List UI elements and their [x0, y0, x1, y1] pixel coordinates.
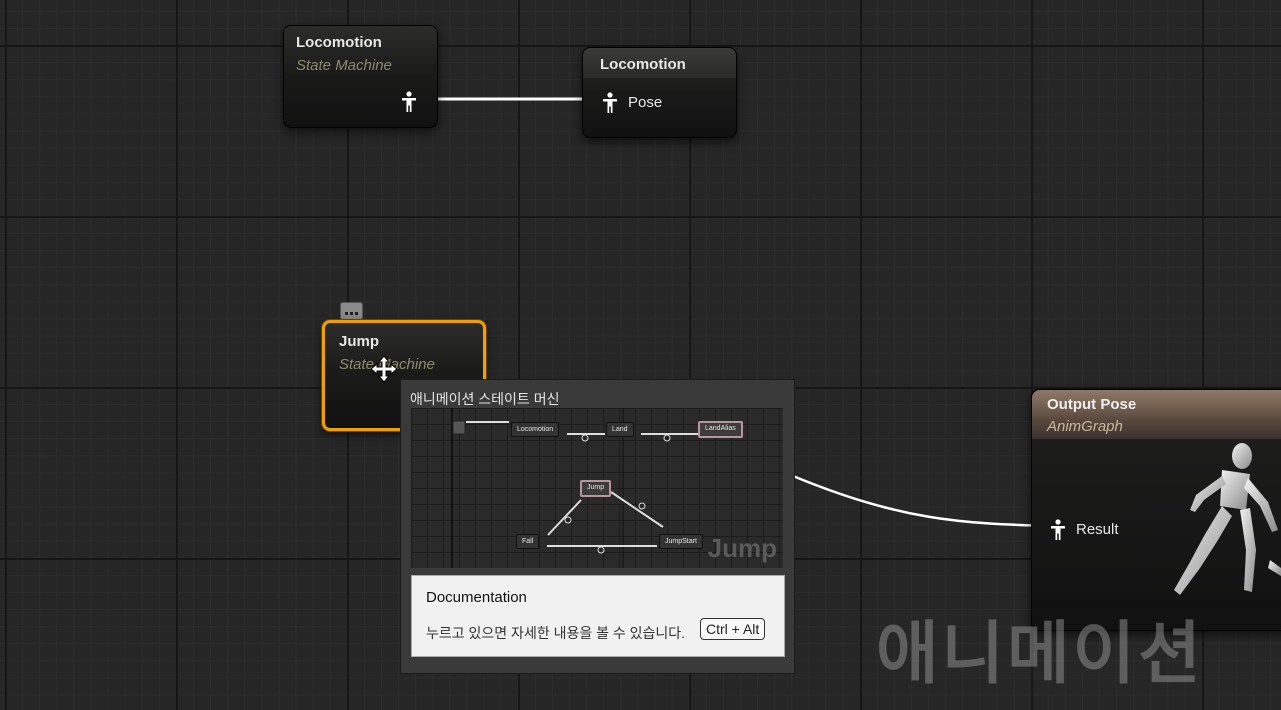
documentation-panel: Documentation 누르고 있으면 자세한 내용을 볼 수 있습니다. … — [411, 575, 785, 657]
pose-pin-label: Pose — [628, 94, 663, 111]
locomotion-state-machine-node[interactable]: Locomotion State Machine — [283, 25, 438, 128]
documentation-hint: 누르고 있으면 자세한 내용을 볼 수 있습니다. — [426, 625, 686, 641]
person-pose-icon[interactable] — [401, 91, 417, 113]
node-tooltip: 애니메이션 스테이트 머신 Locomotion Land LandAlias … — [400, 379, 795, 674]
tooltip-title: 애니메이션 스테이트 머신 — [410, 391, 560, 407]
preview-node-landalias: LandAlias — [698, 421, 743, 438]
preview-node-locomotion: Locomotion — [511, 422, 560, 437]
node-subtitle: AnimGraph — [1047, 418, 1123, 435]
shortcut-key-badge: Ctrl + Alt — [700, 618, 766, 640]
preview-node-jumpstart: JumpStart — [659, 534, 703, 549]
mannequin-figure — [1174, 443, 1281, 595]
watermark-text: 애니메이션 — [876, 616, 1204, 692]
preview-node-fall: Fall — [516, 534, 540, 549]
move-cursor-icon — [370, 355, 398, 383]
person-pose-icon[interactable] — [1050, 519, 1066, 541]
documentation-title: Documentation — [426, 589, 527, 606]
node-title: Output Pose — [1047, 396, 1137, 413]
node-title: Locomotion — [600, 56, 686, 73]
node-title: Locomotion — [296, 34, 382, 51]
node-subtitle: State Machine — [296, 57, 392, 74]
result-pin-label: Result — [1076, 521, 1119, 538]
preview-watermark: Jump — [707, 533, 777, 563]
node-title: Jump — [339, 333, 380, 350]
preview-node-jump: Jump — [580, 480, 612, 497]
wire-jump-to-output[interactable] — [792, 474, 1057, 528]
person-pose-icon[interactable] — [602, 92, 618, 114]
preview-node-land: Land — [606, 422, 634, 437]
state-machine-preview: Locomotion Land LandAlias Jump Fall Jump… — [411, 408, 783, 568]
ellipsis-icon[interactable] — [340, 302, 363, 320]
locomotion-pose-node[interactable]: Locomotion Pose — [582, 47, 737, 138]
